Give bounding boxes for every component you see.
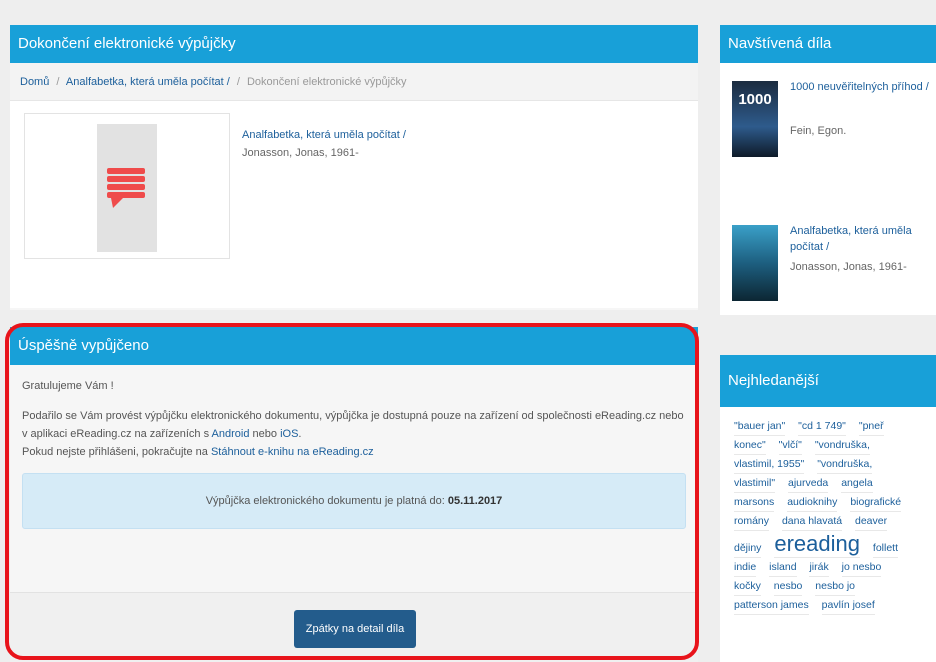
breadcrumb-book[interactable]: Analfabetka, která uměla počítat / [66,76,230,88]
book-cover[interactable] [97,124,157,252]
visited-title-link[interactable]: Analfabetka, která uměla počítat / [790,223,930,255]
book-thumbnail[interactable] [732,225,778,301]
ebook-speech-icon [107,168,145,208]
tag-link[interactable]: biografické [850,493,902,512]
loan-info-text: Podařilo se Vám provést výpůjčku elektro… [22,410,684,440]
tag-link[interactable]: "vondruška, [814,436,870,455]
visited-title-link[interactable]: 1000 neuvěřitelných příhod / [790,79,930,95]
loan-info: Podařilo se Vám provést výpůjčku elektro… [22,407,686,461]
visited-author: Jonasson, Jonas, 1961- [790,261,907,273]
panel-heading: Nejhledanější [720,355,936,407]
panel-heading: Dokončení elektronické výpůjčky [10,25,698,63]
tag-link[interactable]: "bauer jan" [734,417,786,436]
period: . [298,428,302,440]
breadcrumb-current: Dokončení elektronické výpůjčky [246,76,407,88]
tag-link[interactable]: nesbo [773,577,803,596]
visited-list: 1000 1000 neuvěřitelných příhod / Fein, … [720,63,936,315]
visited-author: Fein, Egon. [790,125,847,137]
book-title-link[interactable]: Analfabetka, která uměla počítat / [242,129,406,141]
validity-info-box: Výpůjčka elektronického dokumentu je pla… [22,473,686,529]
tag-cloud: "bauer jan" "cd 1 749" "pneř konec" "vlč… [720,407,936,662]
tag-link[interactable]: jo nesbo [841,558,882,577]
greeting: Gratulujeme Vám ! [22,380,114,392]
book-cover-frame[interactable] [24,113,230,259]
success-message: Gratulujeme Vám ! Podařilo se Vám provés… [10,365,698,541]
breadcrumb-home[interactable]: Domů [20,76,49,88]
tag-link[interactable]: vlastimil, 1955" [734,455,805,474]
tag-link[interactable]: nesbo jo [815,577,855,596]
tag-link[interactable]: ereading [774,531,860,558]
tag-link[interactable]: dějiny [734,539,762,558]
validity-date: 05.11.2017 [447,495,503,507]
most-searched-panel: Nejhledanější "bauer jan" "cd 1 749" "pn… [720,355,936,662]
tag-link[interactable]: island [769,558,797,577]
tag-link[interactable]: pavlín josef [821,596,875,615]
tag-link[interactable]: patterson james [734,596,809,615]
success-panel: Úspěšně vypůjčeno Gratulujeme Vám ! Poda… [10,327,698,662]
tag-link[interactable]: ajurveda [787,474,829,493]
thumbnail-text: 1000 [738,91,772,108]
validity-text: Výpůjčka elektronického dokumentu je pla… [205,495,448,507]
visited-works-panel: Navštívená díla 1000 1000 neuvěřitelných… [720,25,936,315]
tag-link[interactable]: "cd 1 749" [798,417,846,436]
tag-link[interactable]: deaver [855,512,888,531]
panel-heading: Navštívená díla [720,25,936,63]
breadcrumb: Domů / Analfabetka, která uměla počítat … [10,63,698,101]
or-text: nebo [249,428,281,440]
loan-completion-panel: Dokončení elektronické výpůjčky Domů / A… [10,25,698,310]
tag-link[interactable]: jirák [809,558,829,577]
book-author: Jonasson, Jonas, 1961- [242,147,359,159]
tag-link[interactable]: audioknihy [787,493,838,512]
breadcrumb-separator: / [56,76,60,88]
breadcrumb-separator: / [236,76,240,88]
tag-link[interactable]: kočky [734,577,761,596]
tag-link[interactable]: "vlčí" [778,436,802,455]
tag-link[interactable]: konec" [734,436,766,455]
ios-link[interactable]: iOS [280,428,298,440]
book-thumbnail[interactable]: 1000 [732,81,778,157]
tag-link[interactable]: marsons [734,493,775,512]
tag-link[interactable]: vlastimil" [734,474,776,493]
tag-link[interactable]: "pneř [858,417,884,436]
tag-link[interactable]: dana hlavatá [781,512,843,531]
login-text: Pokud nejste přihlášeni, pokračujte na [22,446,211,458]
tag-link[interactable]: angela [841,474,873,493]
download-ebook-link[interactable]: Stáhnout e-knihu na eReading.cz [211,446,374,458]
back-to-detail-button[interactable]: Zpátky na detail díla [294,610,416,648]
android-link[interactable]: Android [212,428,250,440]
tag-link[interactable]: indie [734,558,757,577]
book-summary: Analfabetka, která uměla počítat / Jonas… [10,101,698,308]
panel-footer: Zpátky na detail díla [10,592,698,662]
tag-link[interactable]: romány [734,512,770,531]
tag-link[interactable]: "vondruška, [817,455,873,474]
panel-heading: Úspěšně vypůjčeno [10,327,698,365]
tag-link[interactable]: follett [872,539,899,558]
